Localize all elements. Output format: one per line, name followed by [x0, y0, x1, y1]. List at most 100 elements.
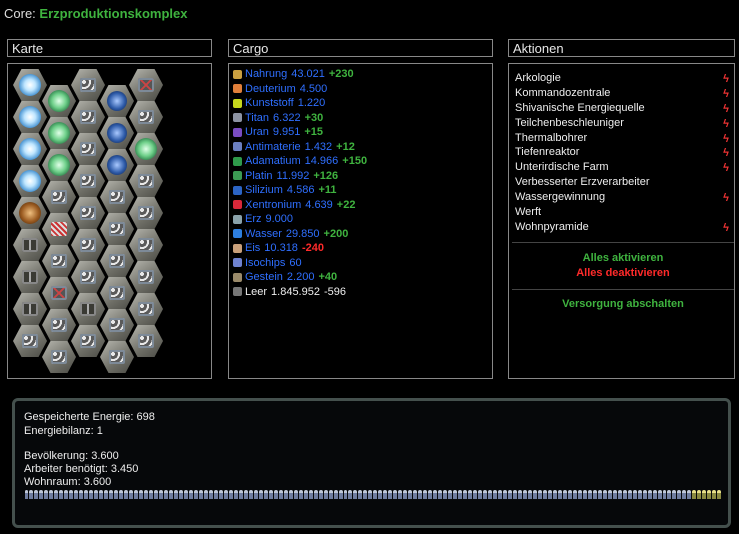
- map-tile[interactable]: [71, 229, 105, 261]
- power-bolt-icon[interactable]: ϟ: [723, 161, 729, 176]
- action-item[interactable]: Wohnpyramide ϟ: [515, 220, 729, 235]
- map-tile[interactable]: [100, 309, 134, 341]
- map-tile[interactable]: [13, 133, 47, 165]
- action-item[interactable]: Arkologie ϟ: [515, 71, 729, 86]
- action-item[interactable]: Shivanische Energiequelle ϟ: [515, 101, 729, 116]
- map-tile[interactable]: [100, 149, 134, 181]
- actions-panel-header: Aktionen: [508, 39, 735, 57]
- map-tile[interactable]: [42, 245, 76, 277]
- population-figure-icon: [154, 490, 159, 499]
- map-tile[interactable]: [100, 117, 134, 149]
- population-figure-icon: [213, 490, 218, 499]
- population-figure-icon: [273, 490, 278, 499]
- map-tile[interactable]: [42, 341, 76, 373]
- map-tile[interactable]: [13, 229, 47, 261]
- action-label: Wohnpyramide: [515, 220, 589, 233]
- action-item[interactable]: Wassergewinnung ϟ: [515, 190, 729, 205]
- map-tile[interactable]: [71, 325, 105, 357]
- action-item[interactable]: Tiefenreaktor ϟ: [515, 145, 729, 160]
- map-tile[interactable]: [71, 293, 105, 325]
- power-bolt-icon[interactable]: ϟ: [723, 132, 729, 147]
- power-bolt-icon[interactable]: ϟ: [723, 72, 729, 87]
- map-tile[interactable]: [13, 293, 47, 325]
- power-bolt-icon[interactable]: ϟ: [723, 191, 729, 206]
- map-tile[interactable]: [100, 277, 134, 309]
- map-tile[interactable]: [71, 69, 105, 101]
- map-tile[interactable]: [129, 197, 163, 229]
- cargo-row: Wasser 29.850 +200: [233, 227, 367, 242]
- deactivate-all-link[interactable]: Alles deaktivieren: [510, 267, 736, 279]
- population-figure-icon: [587, 490, 592, 499]
- population-figure-icon: [134, 490, 139, 499]
- map-tile[interactable]: [13, 197, 47, 229]
- map-tile[interactable]: [42, 117, 76, 149]
- population-figure-icon: [94, 490, 99, 499]
- action-item[interactable]: Thermalbohrer ϟ: [515, 131, 729, 146]
- action-label: Verbesserter Erzverarbeiter: [515, 176, 650, 189]
- map-tile[interactable]: [42, 277, 76, 309]
- map-tile[interactable]: [71, 197, 105, 229]
- activate-all-link[interactable]: Alles aktivieren: [510, 252, 736, 264]
- population-figure-icon: [74, 490, 79, 499]
- map-tile[interactable]: [42, 309, 76, 341]
- map-tile[interactable]: [13, 101, 47, 133]
- action-item[interactable]: Verbesserter Erzverarbeiter: [515, 175, 729, 190]
- population-figure-icon: [428, 490, 433, 499]
- power-bolt-icon[interactable]: ϟ: [723, 87, 729, 102]
- cargo-row: Gestein 2.200 +40: [233, 270, 367, 285]
- action-item[interactable]: Unterirdische Farm ϟ: [515, 160, 729, 175]
- population-figure-icon: [503, 490, 507, 499]
- map-tile[interactable]: [71, 101, 105, 133]
- supply-off-link[interactable]: Versorgung abschalten: [510, 298, 736, 310]
- map-tile[interactable]: [129, 69, 163, 101]
- power-bolt-icon[interactable]: ϟ: [723, 102, 729, 117]
- map-tile[interactable]: [13, 69, 47, 101]
- map-tile[interactable]: [129, 261, 163, 293]
- map-tile[interactable]: [129, 101, 163, 133]
- population-figure-icon: [667, 490, 672, 499]
- map-tile[interactable]: [13, 261, 47, 293]
- population-figure-icon: [433, 490, 438, 499]
- population-figure-icon: [169, 490, 174, 499]
- resource-name: Platin: [245, 169, 273, 182]
- population-figure-icon: [293, 490, 298, 499]
- population-figure-icon: [592, 490, 597, 499]
- map-tile[interactable]: [71, 165, 105, 197]
- empty-space-icon: [233, 287, 242, 297]
- map-tile[interactable]: [42, 213, 76, 245]
- action-item[interactable]: Werft: [515, 205, 729, 220]
- map-tile[interactable]: [129, 133, 163, 165]
- map-tile[interactable]: [129, 293, 163, 325]
- population-figure-icon: [149, 490, 154, 499]
- map-tile[interactable]: [71, 133, 105, 165]
- map-tile[interactable]: [100, 85, 134, 117]
- map-tile[interactable]: [42, 149, 76, 181]
- map-tile[interactable]: [129, 229, 163, 261]
- map-tile[interactable]: [42, 85, 76, 117]
- population-figure-icon: [632, 490, 637, 499]
- power-bolt-icon[interactable]: ϟ: [723, 146, 729, 161]
- population-figure-icon: [687, 490, 692, 499]
- map-tile[interactable]: [129, 325, 163, 357]
- population-figure-icon: [557, 490, 562, 499]
- map-tile[interactable]: [100, 245, 134, 277]
- map-tile[interactable]: [13, 325, 47, 357]
- resource-icon: [233, 185, 242, 195]
- map-tile[interactable]: [100, 213, 134, 245]
- population-figure-icon: [617, 490, 622, 499]
- map-tile[interactable]: [13, 165, 47, 197]
- population-figure-icon: [79, 490, 84, 499]
- map-tile[interactable]: [100, 181, 134, 213]
- map-tile[interactable]: [129, 165, 163, 197]
- map-tile[interactable]: [100, 341, 134, 373]
- population-figure-icon: [69, 490, 74, 499]
- power-bolt-icon[interactable]: ϟ: [723, 117, 729, 132]
- action-item[interactable]: Teilchenbeschleuniger ϟ: [515, 116, 729, 131]
- map-tile[interactable]: [42, 181, 76, 213]
- power-bolt-icon[interactable]: ϟ: [723, 221, 729, 236]
- action-item[interactable]: Kommandozentrale ϟ: [515, 86, 729, 101]
- resource-icon: [233, 214, 242, 224]
- map-tile[interactable]: [71, 261, 105, 293]
- resource-amount: 29.850: [285, 227, 320, 240]
- population-figure-icon: [637, 490, 642, 499]
